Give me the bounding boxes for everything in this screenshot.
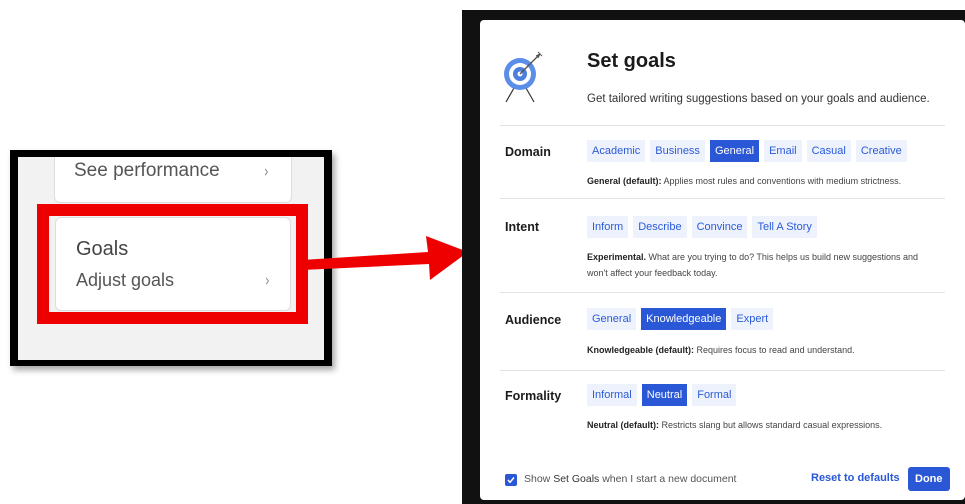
divider <box>500 370 945 371</box>
reset-to-defaults-button[interactable]: Reset to defaults <box>811 472 900 484</box>
audience-label: Audience <box>505 313 562 327</box>
intent-option-describe[interactable]: Describe <box>633 216 687 238</box>
divider <box>500 125 945 126</box>
divider <box>500 198 945 199</box>
see-performance-label: See performance <box>74 160 220 181</box>
show-set-goals-bold: Set Goals <box>553 473 600 485</box>
formality-option-neutral[interactable]: Neutral <box>641 384 688 406</box>
set-goals-dialog: Set goals Get tailored writing suggestio… <box>480 20 965 500</box>
red-arrow-icon <box>302 236 468 280</box>
formality-option-formal[interactable]: Formal <box>692 384 737 406</box>
intent-description-bold: Experimental. <box>587 252 647 262</box>
formality-description: Neutral (default): Restricts slang but a… <box>587 417 937 433</box>
formality-description-text: Restricts slang but allows standard casu… <box>659 420 883 430</box>
cropped-sidebar-screenshot: See performance › Goals Adjust goals › <box>10 150 332 366</box>
audience-option-expert[interactable]: Expert <box>731 308 774 330</box>
divider <box>500 292 945 293</box>
checkmark-icon <box>507 477 515 484</box>
formality-label: Formality <box>505 389 562 403</box>
domain-options: Academic Business General Email Casual Creati… <box>587 140 907 162</box>
cropped-sidebar-background: See performance › Goals Adjust goals › <box>18 157 324 360</box>
domain-option-academic[interactable]: Academic <box>587 140 646 162</box>
audience-description-bold: Knowledgeable (default): <box>587 345 695 355</box>
show-suffix: when I start a new document <box>599 473 737 485</box>
domain-description-bold: General (default): <box>587 176 662 186</box>
domain-description-text: Applies most rules and conventions with … <box>661 176 902 186</box>
dialog-footer: Show Set Goals when I start a new docume… <box>480 460 965 500</box>
done-button[interactable]: Done <box>908 467 950 491</box>
intent-label: Intent <box>505 220 540 234</box>
formality-description-bold: Neutral (default): <box>587 420 659 430</box>
domain-option-casual[interactable]: Casual <box>806 140 851 162</box>
intent-option-tell-a-story[interactable]: Tell A Story <box>752 216 817 238</box>
audience-option-general[interactable]: General <box>587 308 637 330</box>
dialog-title: Set goals <box>587 50 676 72</box>
red-highlight-box <box>37 204 308 324</box>
audience-description-text: Requires focus to read and understand. <box>694 345 855 355</box>
intent-option-inform[interactable]: Inform <box>587 216 629 238</box>
domain-option-email[interactable]: Email <box>764 140 802 162</box>
domain-label: Domain <box>505 145 551 159</box>
domain-option-creative[interactable]: Creative <box>855 140 907 162</box>
audience-description: Knowledgeable (default): Requires focus … <box>587 342 937 358</box>
intent-description: Experimental. What are you trying to do?… <box>587 249 937 281</box>
chevron-right-icon: › <box>264 162 269 182</box>
intent-options: Inform Describe Convince Tell A Story <box>587 216 817 238</box>
domain-description: General (default): Applies most rules an… <box>587 173 937 189</box>
formality-options: Informal Neutral Formal <box>587 384 737 406</box>
audience-options: General Knowledgeable Expert <box>587 308 774 330</box>
see-performance-card[interactable]: See performance › <box>54 157 292 203</box>
intent-option-convince[interactable]: Convince <box>691 216 748 238</box>
show-set-goals-label: Show Set Goals when I start a new docume… <box>524 473 736 485</box>
audience-option-knowledgeable[interactable]: Knowledgeable <box>641 308 727 330</box>
show-set-goals-checkbox[interactable] <box>505 474 517 486</box>
show-prefix: Show <box>524 473 554 485</box>
formality-option-informal[interactable]: Informal <box>587 384 637 406</box>
domain-option-general[interactable]: General <box>709 140 760 162</box>
target-icon <box>504 51 543 103</box>
dialog-subtitle: Get tailored writing suggestions based o… <box>587 93 930 105</box>
domain-option-business[interactable]: Business <box>650 140 705 162</box>
